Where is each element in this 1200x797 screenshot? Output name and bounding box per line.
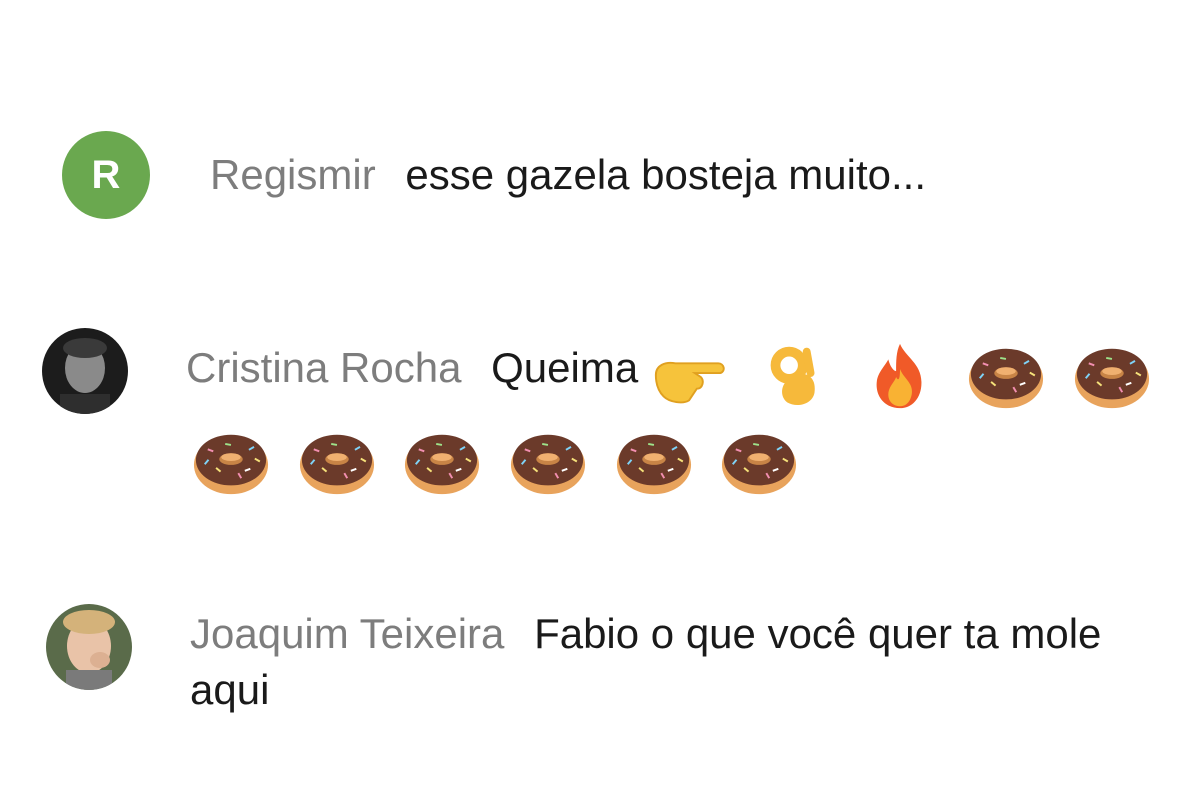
- avatar-letter: R: [91, 152, 121, 197]
- doughnut-emoji: [967, 348, 1045, 399]
- comment-author[interactable]: Regismir: [210, 151, 376, 198]
- ok-hand-emoji: [756, 348, 834, 399]
- avatar-photo: [42, 328, 128, 414]
- comment-line: Joaquim Teixeira Fabio o que você quer t…: [190, 592, 1101, 676]
- doughnut-emoji: [403, 434, 481, 485]
- avatar[interactable]: [46, 604, 132, 690]
- pointing-right-emoji: [650, 348, 728, 399]
- doughnut-emoji: [615, 434, 693, 485]
- comment-text: Queima: [491, 344, 639, 391]
- comment-text: aqui: [190, 666, 270, 713]
- comment-list: R Regismir esse gazela bosteja muito... …: [0, 0, 1200, 797]
- comment-line: Regismir esse gazela bosteja muito...: [210, 133, 926, 217]
- fire-emoji: [861, 348, 939, 399]
- avatar[interactable]: R: [62, 131, 150, 219]
- comment-line: aqui: [190, 648, 269, 732]
- avatar-photo: [46, 604, 132, 690]
- doughnut-emoji: [720, 434, 798, 485]
- comment-line: [192, 412, 814, 497]
- doughnut-emoji: [298, 434, 376, 485]
- doughnut-emoji: [192, 434, 270, 485]
- doughnut-emoji: [1073, 348, 1151, 399]
- doughnut-emoji: [509, 434, 587, 485]
- comment-text: Fabio o que você quer ta mole: [534, 610, 1102, 657]
- comment-text: esse gazela bosteja muito...: [405, 151, 926, 198]
- comment-author[interactable]: Cristina Rocha: [186, 344, 461, 391]
- avatar[interactable]: [42, 328, 128, 414]
- comment-line: Cristina Rocha Queima: [186, 326, 1167, 411]
